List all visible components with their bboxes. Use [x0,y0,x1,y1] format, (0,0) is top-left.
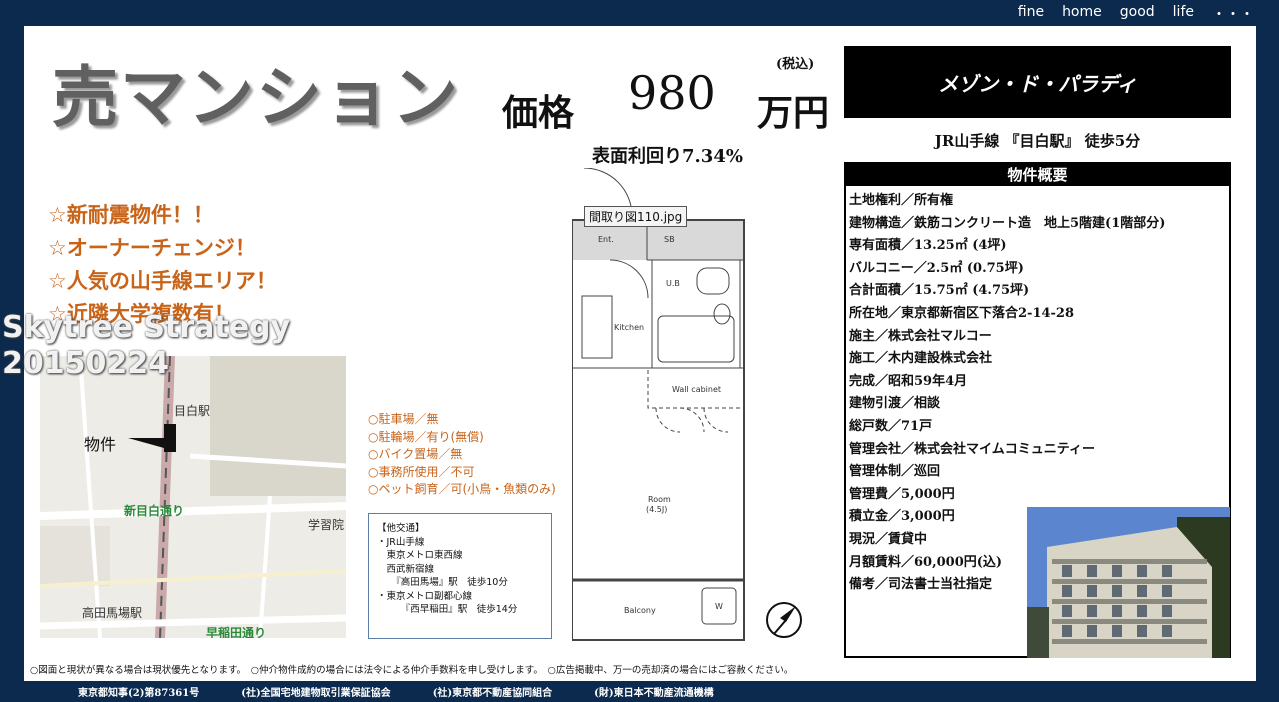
feature-item: ☆人気の山手線エリア！ [48,269,277,293]
feature-item: ☆オーナーチェンジ！ [48,236,256,260]
area-map: 物件 目白駅 新目白通り 学習院 高田馬場駅 早稲田通り [40,356,346,638]
spec-row: 建物構造／鉄筋コンクリート造 地上5階建(1階部分) [849,215,1166,231]
facility-item: ○駐車場／無 [368,412,439,426]
spec-row: 土地権利／所有権 [849,193,954,208]
spec-row: 建物引渡／相談 [849,396,941,412]
access-line: 【他交通】 [377,523,425,534]
watermark-line: Skytree Strategy [2,310,291,345]
spec-title: 物件概要 [846,164,1229,186]
feature-item: ☆新耐震物件！！ [48,203,214,227]
spec-row: 管理体制／巡回 [849,464,941,480]
footer-association: (財)東日本不動産流通機構 [594,688,714,699]
spec-row: 完成／昭和59年4月 [849,373,968,389]
price-unit: 万円 [757,92,830,134]
floorplan-room-label: W [715,602,723,611]
tax-note: (税込) [776,57,815,72]
property-marker-label: 物件 [84,435,117,454]
top-bar: fine home good life ・・・ [0,0,1279,25]
floorplan-room-label: Ent. [598,235,614,244]
headline: 売マンション [52,59,460,136]
floorplan-room-label: U.B [666,279,680,288]
footer-license: 東京都知事(2)第87361号 [78,688,200,699]
map-label: 学習院 [308,518,345,532]
facility-item: ○事務所使用／不可 [368,464,475,479]
floorplan-room-label: (4.5J) [646,505,667,514]
other-access-box: 【他交通】 ・JR山手線 東京メトロ東西線 西武新宿線 『高田馬場』駅 徒歩10… [368,513,552,639]
map-label: 早稲田通り [206,626,267,638]
spec-row: 管理会社／株式会社マイムコミュニティー [849,441,1095,457]
watermark: Skytree Strategy 20150224 [2,310,290,382]
nav-item-good[interactable]: good [1120,4,1155,24]
compass-icon [764,600,804,644]
facility-list: ○駐車場／無 ○駐輪場／有り(無償) ○バイク置場／無 ○事務所使用／不可 ○ペ… [368,411,556,499]
nav-item-fine[interactable]: fine [1018,4,1044,24]
price-label: 価格 [502,92,575,134]
spec-row: 合計面積／15.75㎡ (4.75坪) [849,283,1030,299]
floorplan-room-label: SB [664,235,675,244]
floor-plan: Ent. SB U.B Kitchen Wall cabinet Room (4… [572,168,747,642]
access-line: ・JR山手線 [377,536,425,548]
price-value: 980 [628,66,716,120]
access-line: 西武新宿線 [377,563,435,575]
footer-association: (社)全国宅地建物取引業保証協会 [241,688,391,699]
map-label: 目白駅 [174,404,211,418]
watermark-line: 20150224 [2,346,169,381]
facility-item: ○バイク置場／無 [368,447,463,461]
footer: 東京都知事(2)第87361号 (社)全国宅地建物取引業保証協会 (社)東京都不… [0,681,1279,702]
top-nav: fine home good life ・・・ [1018,4,1254,24]
nav-item-life[interactable]: life [1173,4,1194,24]
footer-association: (社)東京都不動産協同組合 [432,688,553,699]
access-line: 東京メトロ東西線 [377,550,463,561]
nav-item-home[interactable]: home [1062,4,1102,24]
floorplan-room-label: Kitchen [614,323,644,332]
disclaimer: ○図面と現状が異なる場合は現状優先となります。 ○仲介物件成約の場合には法令によ… [30,665,794,676]
facility-item: ○駐輪場／有り(無償) [368,429,484,444]
spec-row: 所在地／東京都新宿区下落合2-14-28 [849,305,1075,321]
floorplan-room-label: Wall cabinet [672,385,721,394]
nav-item-more[interactable]: ・・・ [1212,4,1254,24]
floorplan-room-label: Balcony [624,606,656,615]
facility-item: ○ペット飼育／可(小鳥・魚類のみ) [368,482,556,496]
spec-row: 施工／木内建設株式会社 [849,351,993,367]
access-line: 『西早稲田』駅 徒歩14分 [377,604,518,615]
property-name: メゾン・ド・パラディ [844,46,1231,118]
map-label: 高田馬場駅 [82,606,143,620]
spec-row: 管理費／5,000円 [849,486,955,502]
station-access: JR山手線 『目白駅』 徒歩5分 [934,132,1141,150]
building-photo [1027,507,1230,658]
map-label: 新目白通り [124,504,185,518]
floorplan-room-label: Room [648,495,671,504]
flyer-sheet: 売マンション (税込) 価格 980 万円 表面利回り7.34% メゾン・ド・パ… [2,26,1256,681]
spec-row: 専有面積／13.25㎡ (4坪) [849,238,1007,254]
spec-row: バルコニー／2.5㎡ (0.75坪) [849,260,1024,276]
spec-row: 総戸数／71戸 [849,418,933,434]
spec-row: 施主／株式会社マルコー [849,328,992,344]
image-tooltip: 間取り図110.jpg [584,206,688,227]
access-line: 『高田馬場』駅 徒歩10分 [377,577,508,588]
yield-text: 表面利回り7.34% [592,146,743,167]
access-line: ・東京メトロ副都心線 [377,590,473,602]
